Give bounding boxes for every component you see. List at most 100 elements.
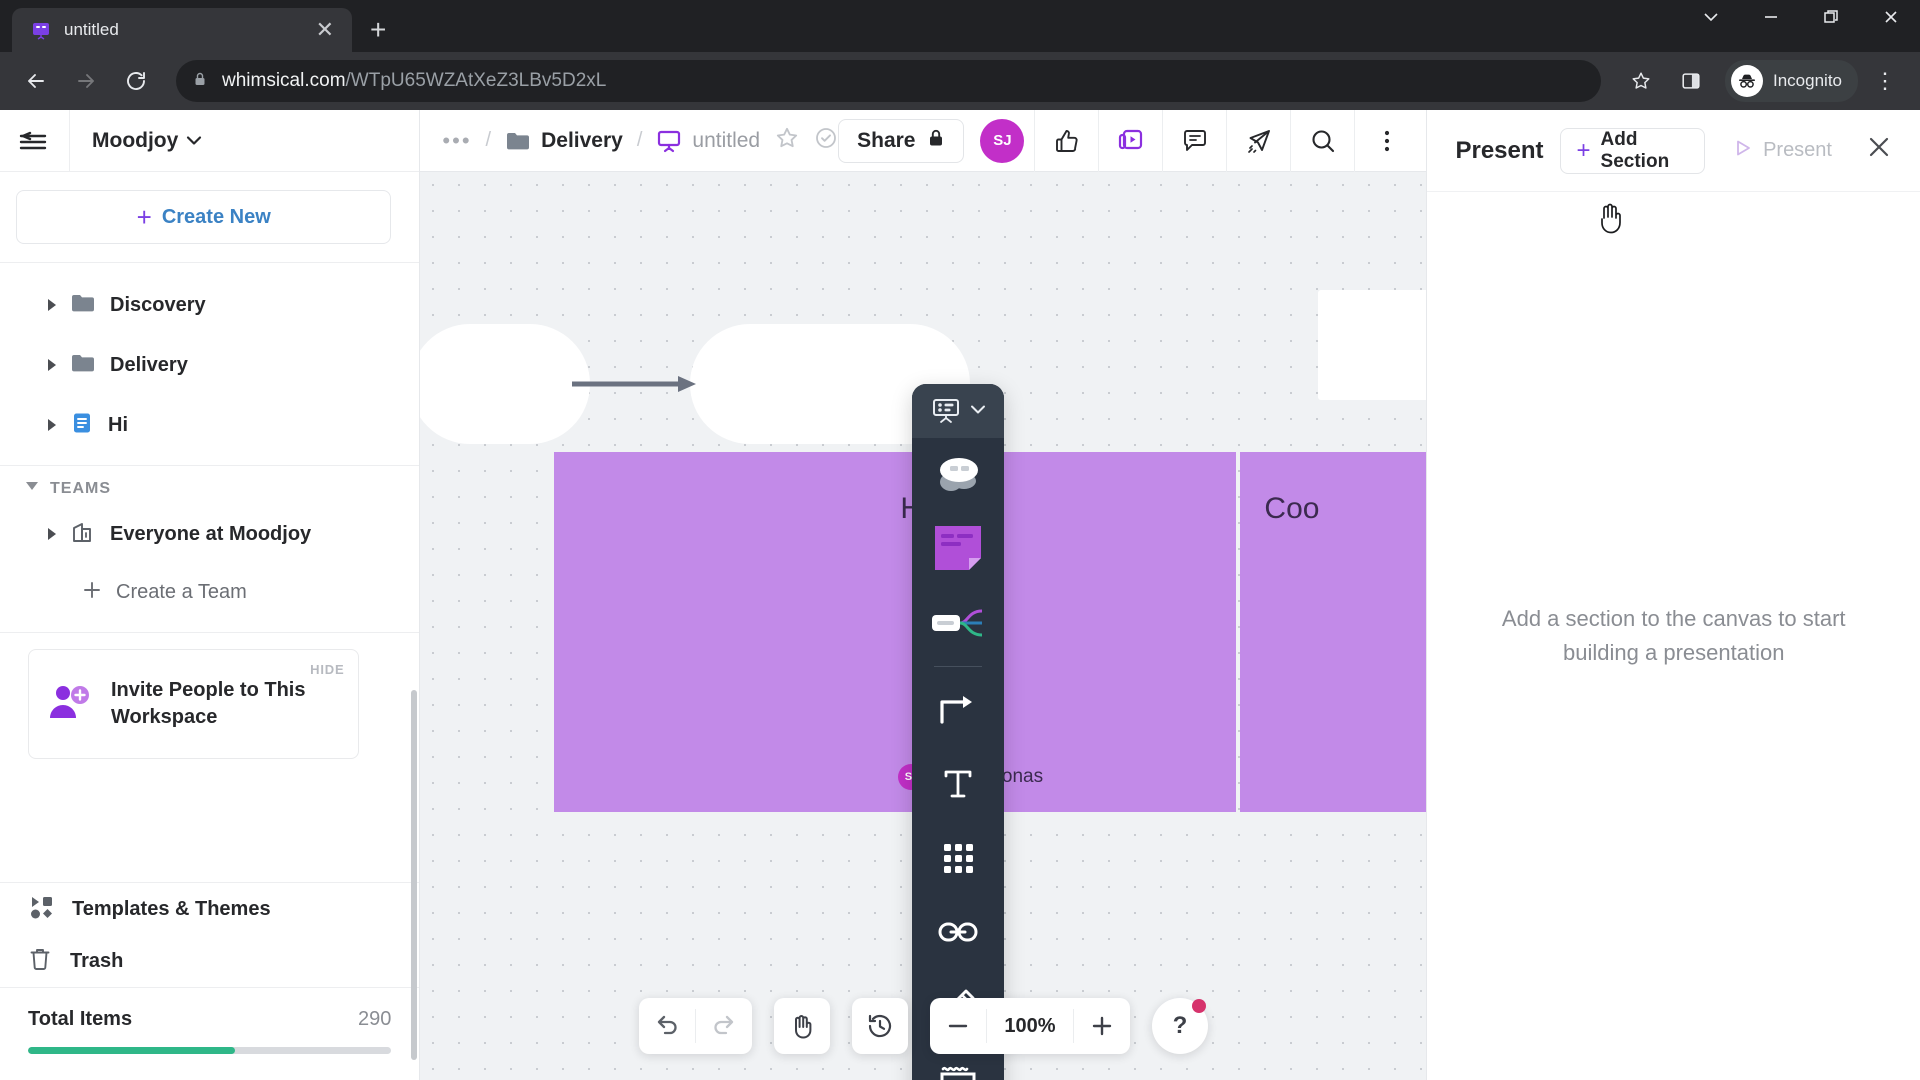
notification-badge <box>1191 999 1206 1013</box>
breadcrumb-document[interactable]: untitled <box>656 129 760 153</box>
share-button[interactable]: Share <box>838 118 965 163</box>
chevron-right-icon[interactable] <box>48 419 56 431</box>
canvas-white-card[interactable] <box>1318 290 1427 400</box>
chevron-right-icon[interactable] <box>48 359 56 371</box>
shape-tool[interactable] <box>912 438 1004 512</box>
invite-people-card[interactable]: Invite People to This Workspace HIDE <box>28 649 360 759</box>
more-vertical-icon[interactable] <box>1354 109 1418 172</box>
tab-strip: untitled ✕ + <box>0 0 1920 52</box>
invite-person-icon <box>47 682 93 727</box>
hand-tool-group <box>773 998 830 1054</box>
play-icon <box>1733 138 1753 163</box>
sidebar-item-everyone-at-moodjoy[interactable]: Everyone at Moodjoy <box>0 504 419 564</box>
breadcrumb-overflow-button[interactable]: ••• <box>442 129 471 152</box>
board-icon <box>656 129 682 153</box>
sidebar-item-discovery[interactable]: Discovery <box>0 275 419 335</box>
address-bar[interactable]: whimsical.com/WTpU65WZAtXeZ3LBv5D2xL <box>176 60 1601 102</box>
thumbs-up-icon[interactable] <box>1034 109 1098 172</box>
teams-header[interactable]: TEAMS <box>0 466 419 504</box>
share-label: Share <box>857 128 916 152</box>
profile-label: Incognito <box>1773 71 1842 90</box>
text-tool[interactable] <box>912 747 1004 821</box>
sticky-note-tool[interactable] <box>912 512 1004 586</box>
workspace-switcher[interactable]: Moodjoy <box>70 129 202 153</box>
profile-incognito-button[interactable]: Incognito <box>1725 60 1858 102</box>
link-tool[interactable] <box>912 895 1004 969</box>
palette-divider <box>934 666 983 667</box>
star-outline-icon[interactable] <box>774 125 800 156</box>
back-arrow-icon[interactable] <box>14 59 58 103</box>
hand-tool-icon[interactable] <box>774 998 830 1054</box>
sidebar-item-trash[interactable]: Trash <box>0 935 419 987</box>
hide-invite-button[interactable]: HIDE <box>310 662 344 677</box>
present-button-label: Present <box>1763 139 1832 161</box>
sidebar-item-label: Hi <box>108 413 128 436</box>
sidebar-item-templates-themes[interactable]: Templates & Themes <box>0 883 419 935</box>
breadcrumb-folder[interactable]: Delivery <box>505 129 623 153</box>
search-icon[interactable] <box>1290 109 1354 172</box>
chevron-right-icon[interactable] <box>48 299 56 311</box>
sticky-note[interactable]: Coo <box>1240 452 1427 812</box>
undo-icon[interactable] <box>639 998 695 1054</box>
zoom-level-label[interactable]: 100% <box>987 1015 1073 1038</box>
zoom-group: 100% <box>929 998 1130 1054</box>
board-select-icon[interactable] <box>912 384 1005 438</box>
url-text: whimsical.com/WTpU65WZAtXeZ3LBv5D2xL <box>222 70 606 92</box>
canvas-shape-oval[interactable] <box>420 324 591 444</box>
total-items-progress <box>28 1047 392 1054</box>
history-icon[interactable] <box>852 998 908 1054</box>
tool-palette <box>912 384 1005 1080</box>
folder-tree: Discovery Delivery Hi <box>0 263 420 466</box>
document-toolbar: ••• / Delivery / untitled Share SJ <box>420 109 1427 172</box>
sticky-note-text: Coo <box>1264 492 1320 525</box>
maximize-icon[interactable] <box>1818 8 1844 31</box>
side-panel-icon[interactable] <box>1669 59 1713 103</box>
tab-search-icon[interactable] <box>1698 8 1724 31</box>
help-button[interactable]: ? <box>1151 998 1208 1054</box>
forward-arrow-icon[interactable] <box>64 59 108 103</box>
zoom-in-button[interactable] <box>1074 998 1130 1054</box>
chevron-right-icon[interactable] <box>48 528 56 540</box>
create-new-button[interactable]: + Create New <box>16 190 392 244</box>
chevron-down-icon <box>970 402 986 420</box>
minimize-icon[interactable] <box>1758 8 1784 31</box>
plus-icon[interactable]: + <box>370 14 386 46</box>
grid-tool[interactable] <box>912 821 1004 895</box>
sticky-note[interactable] <box>554 452 913 812</box>
close-window-icon[interactable] <box>1878 8 1904 31</box>
browser-tab[interactable]: untitled ✕ <box>12 8 352 52</box>
total-items-value: 290 <box>358 1008 392 1030</box>
window-controls <box>1698 8 1904 31</box>
templates-icon <box>28 894 54 925</box>
sidebar-item-label: Discovery <box>110 293 206 316</box>
toolbar-actions: Share SJ <box>838 109 1418 172</box>
present-button[interactable]: Present <box>1721 128 1844 174</box>
reload-icon[interactable] <box>114 59 158 103</box>
present-icon[interactable] <box>1098 109 1162 172</box>
collapse-sidebar-icon[interactable] <box>0 110 70 171</box>
avatar[interactable]: SJ <box>980 118 1025 163</box>
canvas[interactable]: Hi SJ Sarah Jonas Coo <box>420 172 1427 1080</box>
sidebar-item-hi[interactable]: Hi <box>0 395 419 455</box>
canvas-bottom-toolbar: 100% ? <box>420 998 1426 1054</box>
folder-icon <box>505 130 531 152</box>
main-area: ••• / Delivery / untitled Share SJ SJ Jo… <box>420 109 1427 1080</box>
send-icon[interactable] <box>1226 109 1290 172</box>
close-icon[interactable]: ✕ <box>310 15 340 45</box>
close-icon[interactable] <box>1860 128 1898 173</box>
redo-icon[interactable] <box>696 998 752 1054</box>
add-section-button[interactable]: + Add Section <box>1559 127 1706 174</box>
sidebar-item-label: Delivery <box>110 353 188 376</box>
sidebar-scrollbar[interactable] <box>411 690 418 1060</box>
sidebar-bottom-label: Trash <box>70 949 124 972</box>
mindmap-tool[interactable] <box>912 586 1004 660</box>
create-a-team-button[interactable]: Create a Team <box>0 564 419 620</box>
star-icon[interactable] <box>1619 59 1663 103</box>
canvas-connector-arrow[interactable] <box>572 372 702 396</box>
zoom-out-button[interactable] <box>930 998 986 1054</box>
three-dot-menu-icon[interactable]: ⋮ <box>1864 68 1906 94</box>
connector-tool[interactable] <box>912 673 1004 747</box>
team-icon <box>70 520 96 549</box>
sidebar-item-delivery[interactable]: Delivery <box>0 335 419 395</box>
comment-icon[interactable] <box>1162 109 1226 172</box>
